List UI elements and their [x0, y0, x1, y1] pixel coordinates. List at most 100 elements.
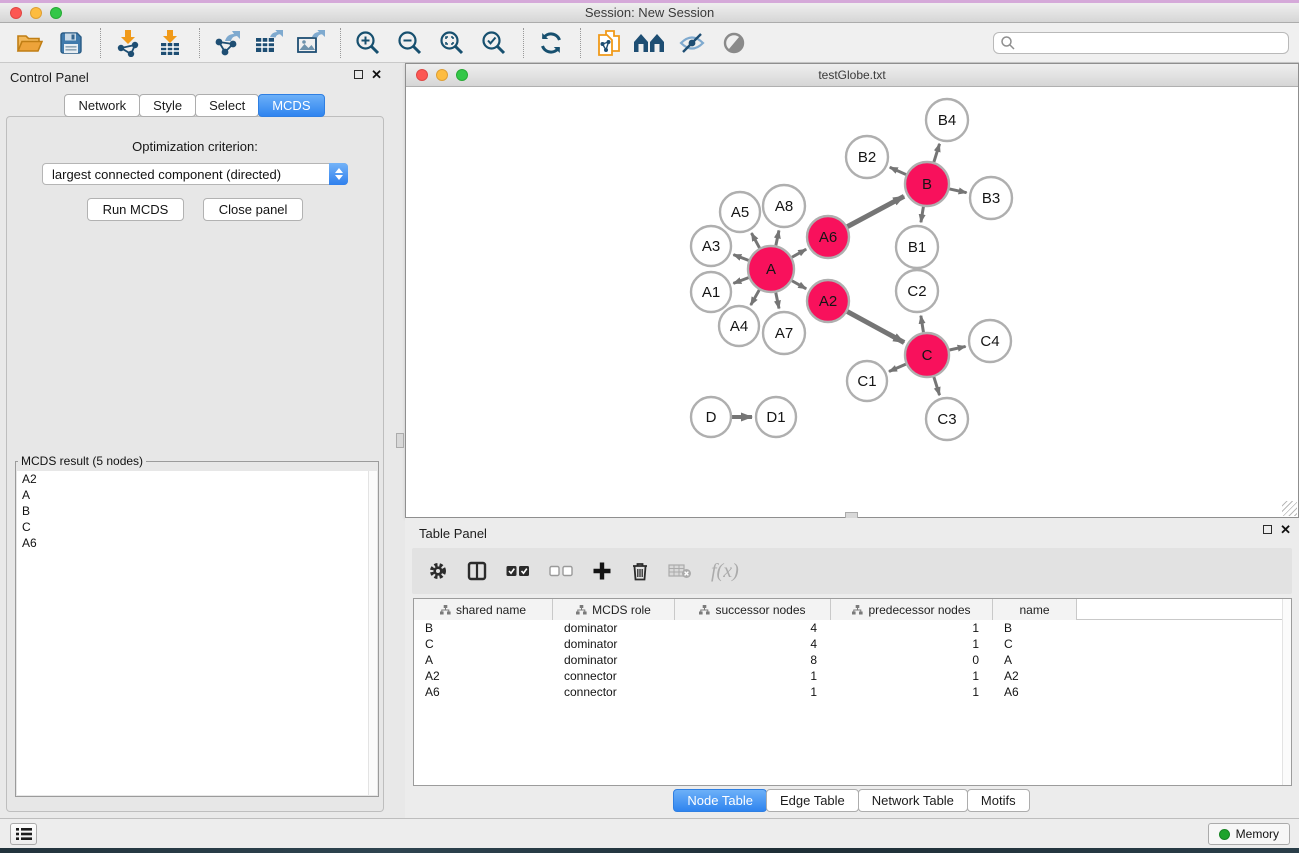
edge-A-A2[interactable]	[792, 281, 806, 289]
node-B4[interactable]: B4	[926, 99, 968, 141]
node-C1[interactable]: C1	[847, 361, 887, 401]
import-network-icon[interactable]	[111, 26, 145, 60]
slashed-eye-icon[interactable]	[675, 26, 709, 60]
tab-network-table[interactable]: Network Table	[858, 789, 968, 812]
mcds-result-item[interactable]: C	[17, 519, 377, 535]
mcds-result-item[interactable]: A2	[17, 471, 377, 487]
edge-A2-C[interactable]	[847, 312, 904, 343]
node-A3[interactable]: A3	[691, 226, 731, 266]
column-header-predecessor-nodes[interactable]: predecessor nodes	[831, 599, 993, 620]
select-all-icon[interactable]	[506, 565, 530, 577]
settings-gear-icon[interactable]	[428, 561, 448, 581]
node-A6[interactable]: A6	[807, 216, 849, 258]
refresh-icon[interactable]	[534, 26, 568, 60]
mcds-result-item[interactable]: B	[17, 503, 377, 519]
import-table-icon[interactable]	[153, 26, 187, 60]
splitter-handle-left[interactable]	[396, 433, 404, 448]
scrollbar-track[interactable]	[1282, 599, 1291, 785]
column-header-successor-nodes[interactable]: successor nodes	[675, 599, 831, 620]
search-input[interactable]	[1016, 34, 1288, 52]
table-row[interactable]: A6connector11A6	[414, 684, 1291, 700]
edge-A6-B[interactable]	[847, 196, 904, 226]
scrollbar-track[interactable]	[368, 471, 377, 795]
export-image-icon[interactable]	[294, 26, 328, 60]
tab-edge-table[interactable]: Edge Table	[766, 789, 859, 812]
tab-style[interactable]: Style	[139, 94, 196, 117]
delete-table-icon[interactable]	[668, 563, 692, 579]
save-session-icon[interactable]	[54, 26, 88, 60]
tab-mcds[interactable]: MCDS	[258, 94, 324, 117]
houses-icon[interactable]	[633, 26, 667, 60]
edge-B-B3[interactable]	[949, 189, 966, 193]
node-D1[interactable]: D1	[756, 397, 796, 437]
deselect-all-icon[interactable]	[549, 565, 573, 577]
node-D[interactable]: D	[691, 397, 731, 437]
edge-C-C1[interactable]	[889, 364, 906, 371]
mcds-result-item[interactable]: A6	[17, 535, 377, 551]
node-C4[interactable]: C4	[969, 320, 1011, 362]
edge-B-B1[interactable]	[921, 207, 923, 223]
edge-A-A7[interactable]	[776, 293, 779, 309]
criterion-select[interactable]: largest connected component (directed)	[42, 163, 348, 185]
node-C2[interactable]: C2	[896, 270, 938, 312]
clone-network-icon[interactable]	[591, 26, 625, 60]
node-A8[interactable]: A8	[763, 185, 805, 227]
search-box[interactable]	[993, 32, 1289, 54]
edge-A-A8[interactable]	[776, 230, 779, 245]
run-mcds-button[interactable]: Run MCDS	[87, 198, 185, 221]
table-row[interactable]: A2connector11A2	[414, 668, 1291, 684]
mcds-result-list[interactable]: A2ABCA6	[17, 471, 377, 795]
tab-node-table[interactable]: Node Table	[673, 789, 767, 812]
close-panel-icon[interactable]: ✕	[1280, 524, 1291, 535]
tab-select[interactable]: Select	[195, 94, 259, 117]
column-header-shared-name[interactable]: shared name	[414, 599, 553, 620]
column-header-name[interactable]: name	[993, 599, 1077, 620]
column-layout-icon[interactable]	[467, 561, 487, 581]
mcds-result-item[interactable]: A	[17, 487, 377, 503]
node-A5[interactable]: A5	[720, 192, 760, 232]
edge-C-C3[interactable]	[934, 377, 940, 395]
node-C3[interactable]: C3	[926, 398, 968, 440]
tab-network[interactable]: Network	[64, 94, 140, 117]
edge-C-C2[interactable]	[921, 316, 924, 333]
node-A1[interactable]: A1	[691, 272, 731, 312]
node-A7[interactable]: A7	[763, 312, 805, 354]
half-circle-icon[interactable]	[717, 26, 751, 60]
table-row[interactable]: Adominator80A	[414, 652, 1291, 668]
edge-A-A3[interactable]	[733, 255, 748, 261]
node-B[interactable]: B	[905, 162, 949, 206]
memory-button[interactable]: Memory	[1208, 823, 1290, 845]
zoom-fit-icon[interactable]	[435, 26, 469, 60]
edge-C-C4[interactable]	[949, 346, 965, 350]
edge-A-A6[interactable]	[792, 249, 806, 257]
node-A2[interactable]: A2	[807, 280, 849, 322]
node-C[interactable]: C	[905, 333, 949, 377]
column-header-MCDS-role[interactable]: MCDS role	[553, 599, 675, 620]
edge-A-A5[interactable]	[751, 233, 759, 248]
add-icon[interactable]	[592, 561, 612, 581]
edge-A-A1[interactable]	[733, 278, 748, 284]
zoom-in-icon[interactable]	[351, 26, 385, 60]
zoom-out-icon[interactable]	[393, 26, 427, 60]
function-builder-icon[interactable]: f(x)	[711, 560, 739, 583]
export-table-icon[interactable]	[252, 26, 286, 60]
edge-A-A4[interactable]	[751, 290, 760, 305]
export-network-icon[interactable]	[210, 26, 244, 60]
resize-grip[interactable]	[1282, 501, 1297, 516]
close-panel-button[interactable]: Close panel	[203, 198, 304, 221]
network-canvas[interactable]: B4B2BB3A5A8A6A3B1AA1C2A2A4A7C4CC1DC3D1	[406, 87, 1298, 517]
node-A[interactable]: A	[748, 246, 794, 292]
tab-motifs[interactable]: Motifs	[967, 789, 1030, 812]
node-A4[interactable]: A4	[719, 306, 759, 346]
float-panel-icon[interactable]	[354, 70, 363, 79]
node-B2[interactable]: B2	[846, 136, 888, 178]
open-session-icon[interactable]	[12, 26, 46, 60]
table-row[interactable]: Cdominator41C	[414, 636, 1291, 652]
delete-icon[interactable]	[631, 561, 649, 581]
task-list-button[interactable]	[10, 823, 37, 845]
node-B1[interactable]: B1	[896, 226, 938, 268]
close-panel-icon[interactable]: ✕	[371, 69, 382, 80]
table-row[interactable]: Bdominator41B	[414, 620, 1291, 636]
edge-B-B2[interactable]	[890, 167, 906, 174]
zoom-selected-icon[interactable]	[477, 26, 511, 60]
